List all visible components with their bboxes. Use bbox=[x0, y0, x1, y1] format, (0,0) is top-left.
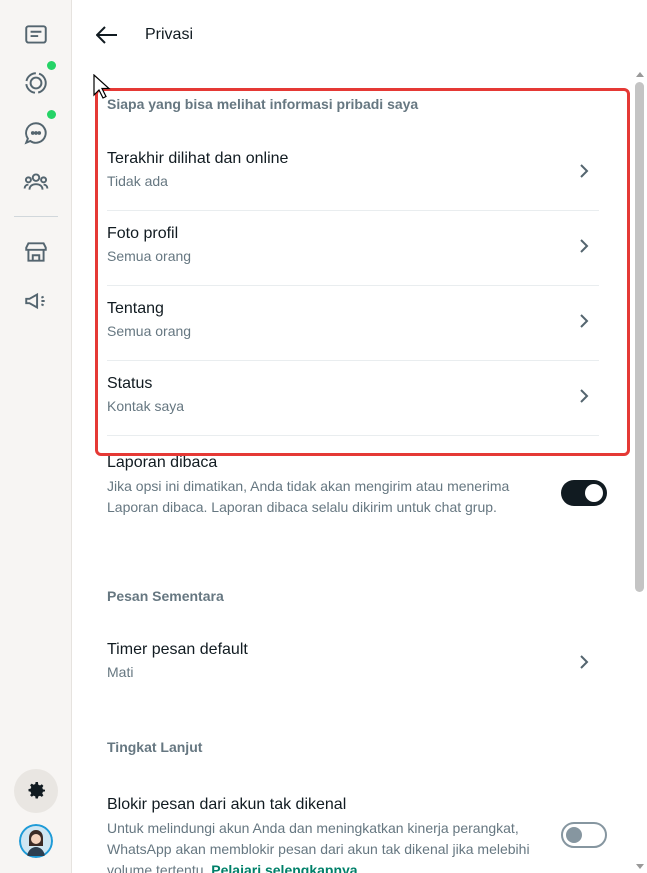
scrollbar-thumb[interactable] bbox=[635, 82, 644, 592]
status-privacy-row[interactable]: Status Kontak saya bbox=[107, 361, 599, 436]
chevron-right-icon bbox=[580, 655, 589, 669]
scroll-down-arrow[interactable] bbox=[636, 864, 644, 869]
section-advanced-label: Tingkat Lanjut bbox=[107, 739, 203, 755]
broadcast-icon bbox=[25, 292, 45, 310]
about-row[interactable]: Tentang Semua orang bbox=[107, 286, 599, 361]
profile-photo-row[interactable]: Foto profil Semua orang bbox=[107, 211, 599, 286]
row-subtitle: Tidak ada bbox=[107, 173, 168, 189]
default-timer-row[interactable]: Timer pesan default Mati bbox=[107, 627, 599, 702]
row-subtitle: Mati bbox=[107, 664, 134, 680]
business-tools-button[interactable] bbox=[12, 232, 60, 272]
communities-icon bbox=[23, 173, 49, 190]
chevron-right-icon bbox=[580, 389, 589, 403]
scroll-up-arrow[interactable] bbox=[636, 72, 644, 77]
row-subtitle: Semua orang bbox=[107, 248, 192, 264]
section-private-info-label: Siapa yang bisa melihat informasi pribad… bbox=[107, 96, 419, 112]
block-unknown-toggle[interactable] bbox=[561, 822, 607, 848]
block-unknown-description: Untuk melindungi akun Anda dan meningkat… bbox=[107, 818, 547, 873]
chevron-right-icon bbox=[580, 164, 589, 178]
last-seen-row[interactable]: Terakhir dilihat dan online Tidak ada bbox=[107, 136, 599, 211]
row-title: Tentang bbox=[107, 300, 164, 317]
channels-icon bbox=[24, 122, 47, 145]
chats-icon bbox=[25, 25, 47, 44]
toggle-knob bbox=[566, 827, 582, 843]
row-subtitle: Kontak saya bbox=[107, 398, 185, 414]
chevron-right-icon bbox=[580, 239, 589, 253]
block-unknown-title: Blokir pesan dari akun tak dikenal bbox=[107, 796, 347, 813]
status-unread-dot bbox=[47, 61, 56, 70]
page-title: Privasi bbox=[145, 26, 194, 43]
back-button[interactable] bbox=[93, 22, 121, 48]
broadcast-button[interactable] bbox=[12, 281, 60, 321]
mouse-cursor-icon bbox=[93, 74, 111, 99]
read-receipts-row: Laporan dibaca Jika opsi ini dimatikan, … bbox=[107, 454, 607, 518]
privacy-header: Privasi bbox=[73, 0, 647, 70]
business-tools-icon bbox=[25, 242, 47, 262]
profile-avatar[interactable] bbox=[19, 824, 53, 858]
settings-icon bbox=[28, 782, 45, 799]
settings-button[interactable] bbox=[14, 769, 58, 813]
row-title: Foto profil bbox=[107, 225, 179, 242]
toggle-knob bbox=[585, 484, 603, 502]
row-title: Status bbox=[107, 375, 153, 392]
row-title: Timer pesan default bbox=[107, 641, 248, 658]
avatar-icon bbox=[19, 824, 53, 858]
left-rail bbox=[0, 0, 72, 873]
channels-unread-dot bbox=[47, 110, 56, 119]
learn-more-link[interactable]: Pelajari selengkapnya bbox=[211, 862, 357, 873]
status-icon bbox=[25, 72, 47, 94]
read-receipts-toggle[interactable] bbox=[561, 480, 607, 506]
read-receipts-title: Laporan dibaca bbox=[107, 454, 218, 471]
rail-divider bbox=[14, 216, 58, 217]
read-receipts-description: Jika opsi ini dimatikan, Anda tidak akan… bbox=[107, 478, 510, 515]
communities-button[interactable] bbox=[12, 162, 60, 202]
chevron-right-icon bbox=[580, 314, 589, 328]
row-title: Terakhir dilihat dan online bbox=[107, 150, 289, 167]
channels-button[interactable] bbox=[12, 113, 60, 153]
row-subtitle: Semua orang bbox=[107, 323, 192, 339]
section-disappearing-label: Pesan Sementara bbox=[107, 588, 224, 604]
back-arrow-icon bbox=[96, 26, 117, 44]
privacy-settings-list: Siapa yang bisa melihat informasi pribad… bbox=[73, 70, 631, 873]
block-unknown-row: Blokir pesan dari akun tak dikenal Untuk… bbox=[107, 796, 607, 873]
chats-button[interactable] bbox=[12, 15, 60, 55]
